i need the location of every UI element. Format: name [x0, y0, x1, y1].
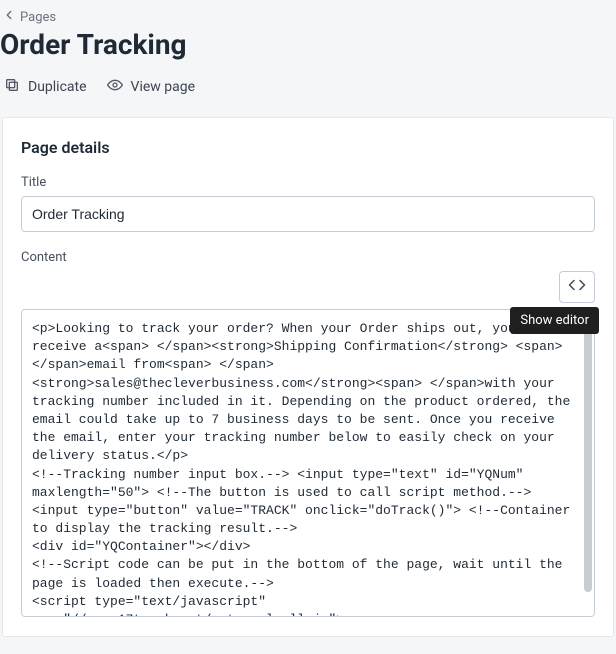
breadcrumb-label: Pages	[20, 10, 56, 25]
title-input[interactable]	[21, 196, 595, 232]
content-label: Content	[21, 250, 595, 265]
breadcrumb[interactable]: Pages	[0, 0, 616, 28]
duplicate-button[interactable]: Duplicate	[4, 77, 87, 97]
show-editor-button[interactable]	[559, 271, 595, 303]
section-heading: Page details	[21, 138, 595, 157]
title-label: Title	[21, 175, 595, 190]
code-icon	[568, 276, 586, 298]
content-toolbar: Show editor	[21, 271, 595, 303]
show-editor-tooltip: Show editor	[510, 307, 599, 334]
view-page-button[interactable]: View page	[107, 77, 196, 97]
chevron-left-icon	[2, 8, 16, 26]
content-code-wrap	[21, 309, 595, 617]
page-title: Order Tracking	[0, 28, 616, 61]
action-bar: Duplicate View page	[0, 73, 616, 111]
page-details-card: Page details Title Content Show editor	[2, 117, 614, 637]
eye-icon	[107, 77, 123, 97]
content-code-textarea[interactable]	[22, 310, 594, 616]
view-page-label: View page	[131, 79, 196, 95]
duplicate-label: Duplicate	[28, 79, 87, 95]
scrollbar-thumb[interactable]	[584, 316, 592, 592]
duplicate-icon	[4, 77, 20, 97]
title-row: Order Tracking	[0, 28, 616, 73]
